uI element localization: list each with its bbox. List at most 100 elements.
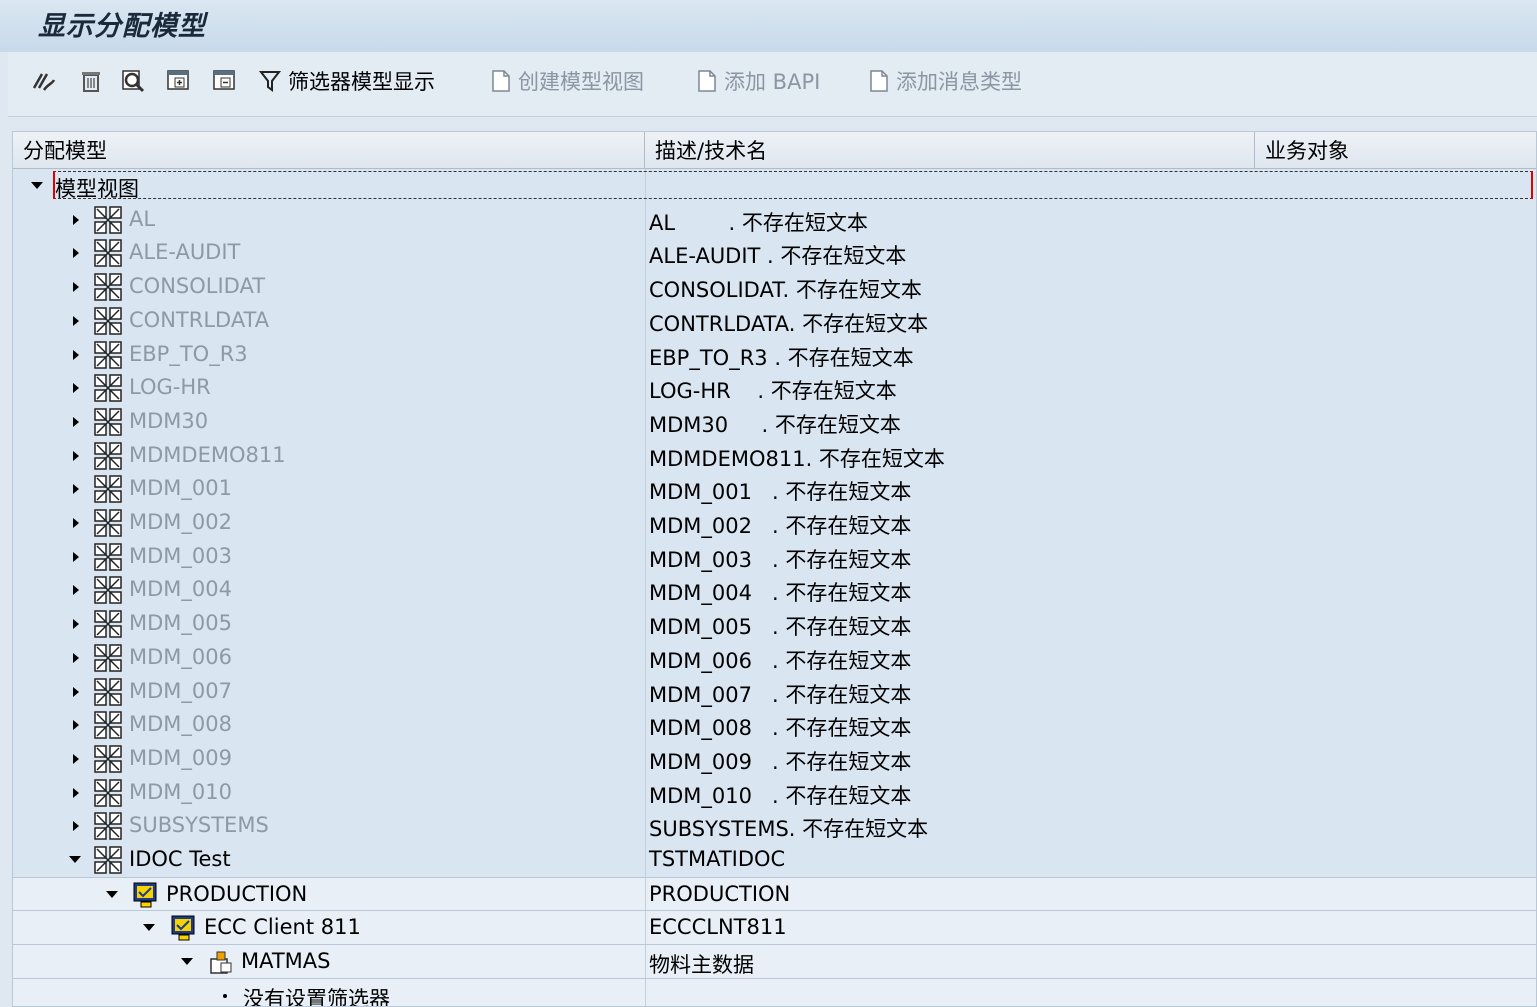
- tree-node-model[interactable]: EBP_TO_R3 EBP_TO_R3 . 不存在短文本: [13, 337, 1536, 372]
- cell-model: MDMDEMO811: [13, 438, 646, 473]
- expand-subtree-button[interactable]: [166, 64, 192, 98]
- column-header-description[interactable]: 描述/技术名: [645, 132, 1255, 168]
- change-button[interactable]: [30, 64, 56, 98]
- expand-arrow-icon[interactable]: [73, 551, 79, 562]
- model-view-icon: [93, 744, 123, 774]
- column-header-row: 分配模型 描述/技术名 业务对象: [13, 132, 1536, 169]
- collapse-icon: [212, 68, 238, 94]
- expand-arrow-icon[interactable]: [73, 720, 79, 731]
- cell-description: MDM_004 . 不存在短文本: [649, 581, 912, 606]
- node-label: 没有设置筛选器: [243, 986, 390, 1007]
- cell-description: SUBSYSTEMS. 不存在短文本: [649, 817, 929, 842]
- tree-node-model[interactable]: MDM_008 MDM_008 . 不存在短文本: [13, 708, 1536, 743]
- tree-node-model[interactable]: MDM_009 MDM_009 . 不存在短文本: [13, 741, 1536, 776]
- tree-node-sender[interactable]: PRODUCTION PRODUCTION: [13, 876, 1536, 912]
- create-model-view-button[interactable]: 创建模型视图: [488, 64, 644, 98]
- expand-arrow-icon[interactable]: [73, 315, 79, 326]
- collapse-arrow-icon[interactable]: [181, 958, 193, 966]
- expand-arrow-icon[interactable]: [73, 753, 79, 764]
- tree-node-model[interactable]: SUBSYSTEMS SUBSYSTEMS. 不存在短文本: [13, 809, 1536, 844]
- add-bapi-button[interactable]: 添加 BAPI: [694, 64, 820, 98]
- cell-model: MDM_009: [13, 741, 646, 776]
- cell-model: MDM_002: [13, 506, 646, 540]
- collapse-arrow-icon[interactable]: [69, 856, 81, 863]
- cell-model: AL: [13, 202, 646, 237]
- tree-node-root[interactable]: 模型视图: [13, 169, 1536, 203]
- expand-arrow-icon[interactable]: [73, 787, 79, 798]
- selection-marker: [1531, 171, 1533, 199]
- expand-arrow-icon[interactable]: [73, 686, 79, 697]
- add-bapi-label: 添加 BAPI: [724, 70, 821, 94]
- tree-node-receiver[interactable]: ECC Client 811 ECCCLNT811: [13, 910, 1536, 946]
- model-view-icon: [93, 306, 123, 336]
- tree-node-model[interactable]: MDM_007 MDM_007 . 不存在短文本: [13, 674, 1536, 709]
- toolbar: 筛选器模型显示 创建模型视图 添加 BAPI 添加消息类型: [8, 52, 1537, 117]
- expand-arrow-icon[interactable]: [73, 585, 79, 596]
- model-view-icon: [93, 677, 123, 707]
- tree-node-model[interactable]: AL AL . 不存在短文本: [13, 202, 1536, 237]
- expand-arrow-icon[interactable]: [73, 416, 79, 427]
- column-header-model[interactable]: 分配模型: [13, 132, 645, 168]
- cell-model: CONTRLDATA: [13, 303, 646, 338]
- expand-icon: [166, 68, 192, 94]
- tree-node-model[interactable]: MDM_010 MDM_010 . 不存在短文本: [13, 775, 1536, 810]
- cell-model: SUBSYSTEMS: [13, 809, 646, 844]
- cell-description: MDM_010 . 不存在短文本: [649, 783, 912, 808]
- collapse-subtree-button[interactable]: [212, 64, 238, 98]
- cell-model: MDM_007: [13, 674, 646, 709]
- tree-node-model[interactable]: MDM_005 MDM_005 . 不存在短文本: [13, 607, 1536, 642]
- tree-node-model[interactable]: MDM_006 MDM_006 . 不存在短文本: [13, 640, 1536, 675]
- collapse-arrow-icon[interactable]: [31, 182, 43, 189]
- display-button[interactable]: [120, 64, 146, 98]
- expand-arrow-icon[interactable]: [73, 383, 79, 394]
- tree-node-model[interactable]: MDM_002 MDM_002 . 不存在短文本: [13, 506, 1536, 540]
- bullet-icon: [223, 993, 227, 998]
- expand-arrow-icon[interactable]: [73, 450, 79, 461]
- expand-arrow-icon[interactable]: [73, 349, 79, 360]
- tree-node-model[interactable]: MDM_001 MDM_001 . 不存在短文本: [13, 472, 1536, 507]
- tree-node-message-type[interactable]: MATMAS 物料主数据: [13, 944, 1536, 980]
- add-message-type-button[interactable]: 添加消息类型: [866, 64, 1022, 98]
- cell-description: 物料主数据: [649, 953, 754, 978]
- expand-arrow-icon[interactable]: [73, 484, 79, 495]
- node-label: SUBSYSTEMS: [129, 813, 269, 838]
- node-label: MDM_004: [129, 577, 232, 602]
- cell-model: MDM_003: [13, 539, 646, 574]
- model-view-icon: [93, 508, 123, 538]
- node-label: MDM_007: [129, 678, 232, 703]
- node-label: ECC Client 811: [204, 915, 361, 940]
- tree-node-model[interactable]: CONTRLDATA CONTRLDATA. 不存在短文本: [13, 303, 1536, 338]
- message-type-icon: [207, 947, 237, 977]
- expand-arrow-icon[interactable]: [73, 282, 79, 293]
- cell-description: MDM_001 . 不存在短文本: [649, 480, 912, 505]
- column-header-business-object[interactable]: 业务对象: [1255, 132, 1536, 168]
- collapse-arrow-icon[interactable]: [106, 890, 118, 898]
- collapse-arrow-icon[interactable]: [143, 924, 155, 932]
- node-label: MDM30: [129, 408, 209, 433]
- cell-description: MDM30 . 不存在短文本: [649, 412, 901, 437]
- expand-arrow-icon[interactable]: [73, 214, 79, 225]
- tree-node-model[interactable]: CONSOLIDAT CONSOLIDAT. 不存在短文本: [13, 270, 1536, 305]
- tree-node-model[interactable]: MDM_004 MDM_004 . 不存在短文本: [13, 573, 1536, 608]
- tree-node-model[interactable]: MDM_003 MDM_003 . 不存在短文本: [13, 539, 1536, 574]
- expand-arrow-icon[interactable]: [73, 619, 79, 630]
- expand-arrow-icon[interactable]: [73, 248, 79, 259]
- expand-arrow-icon[interactable]: [73, 652, 79, 663]
- expand-arrow-icon[interactable]: [73, 518, 79, 528]
- tree-node-filter[interactable]: 没有设置筛选器: [13, 977, 1536, 1007]
- node-label: MDM_008: [129, 712, 232, 737]
- tree-node-model[interactable]: MDM30 MDM30 . 不存在短文本: [13, 404, 1536, 439]
- tree-node-model[interactable]: ALE-AUDIT ALE-AUDIT . 不存在短文本: [13, 236, 1536, 271]
- tree-node-model[interactable]: MDMDEMO811 MDMDEMO811. 不存在短文本: [13, 438, 1536, 473]
- node-label: PRODUCTION: [166, 881, 308, 906]
- change-icon: [30, 68, 56, 94]
- cell-description: ECCCLNT811: [649, 915, 787, 940]
- document-icon: [694, 68, 720, 94]
- tree-node-model[interactable]: LOG-HR LOG-HR . 不存在短文本: [13, 371, 1536, 406]
- expand-arrow-icon[interactable]: [73, 821, 79, 832]
- cell-description: MDM_009 . 不存在短文本: [649, 749, 912, 774]
- filter-display-button[interactable]: 筛选器模型显示: [258, 64, 435, 98]
- tree-node-model[interactable]: IDOC Test TSTMATIDOC: [13, 843, 1536, 877]
- cell-model: MDM_004: [13, 573, 646, 608]
- delete-button[interactable]: [78, 64, 104, 98]
